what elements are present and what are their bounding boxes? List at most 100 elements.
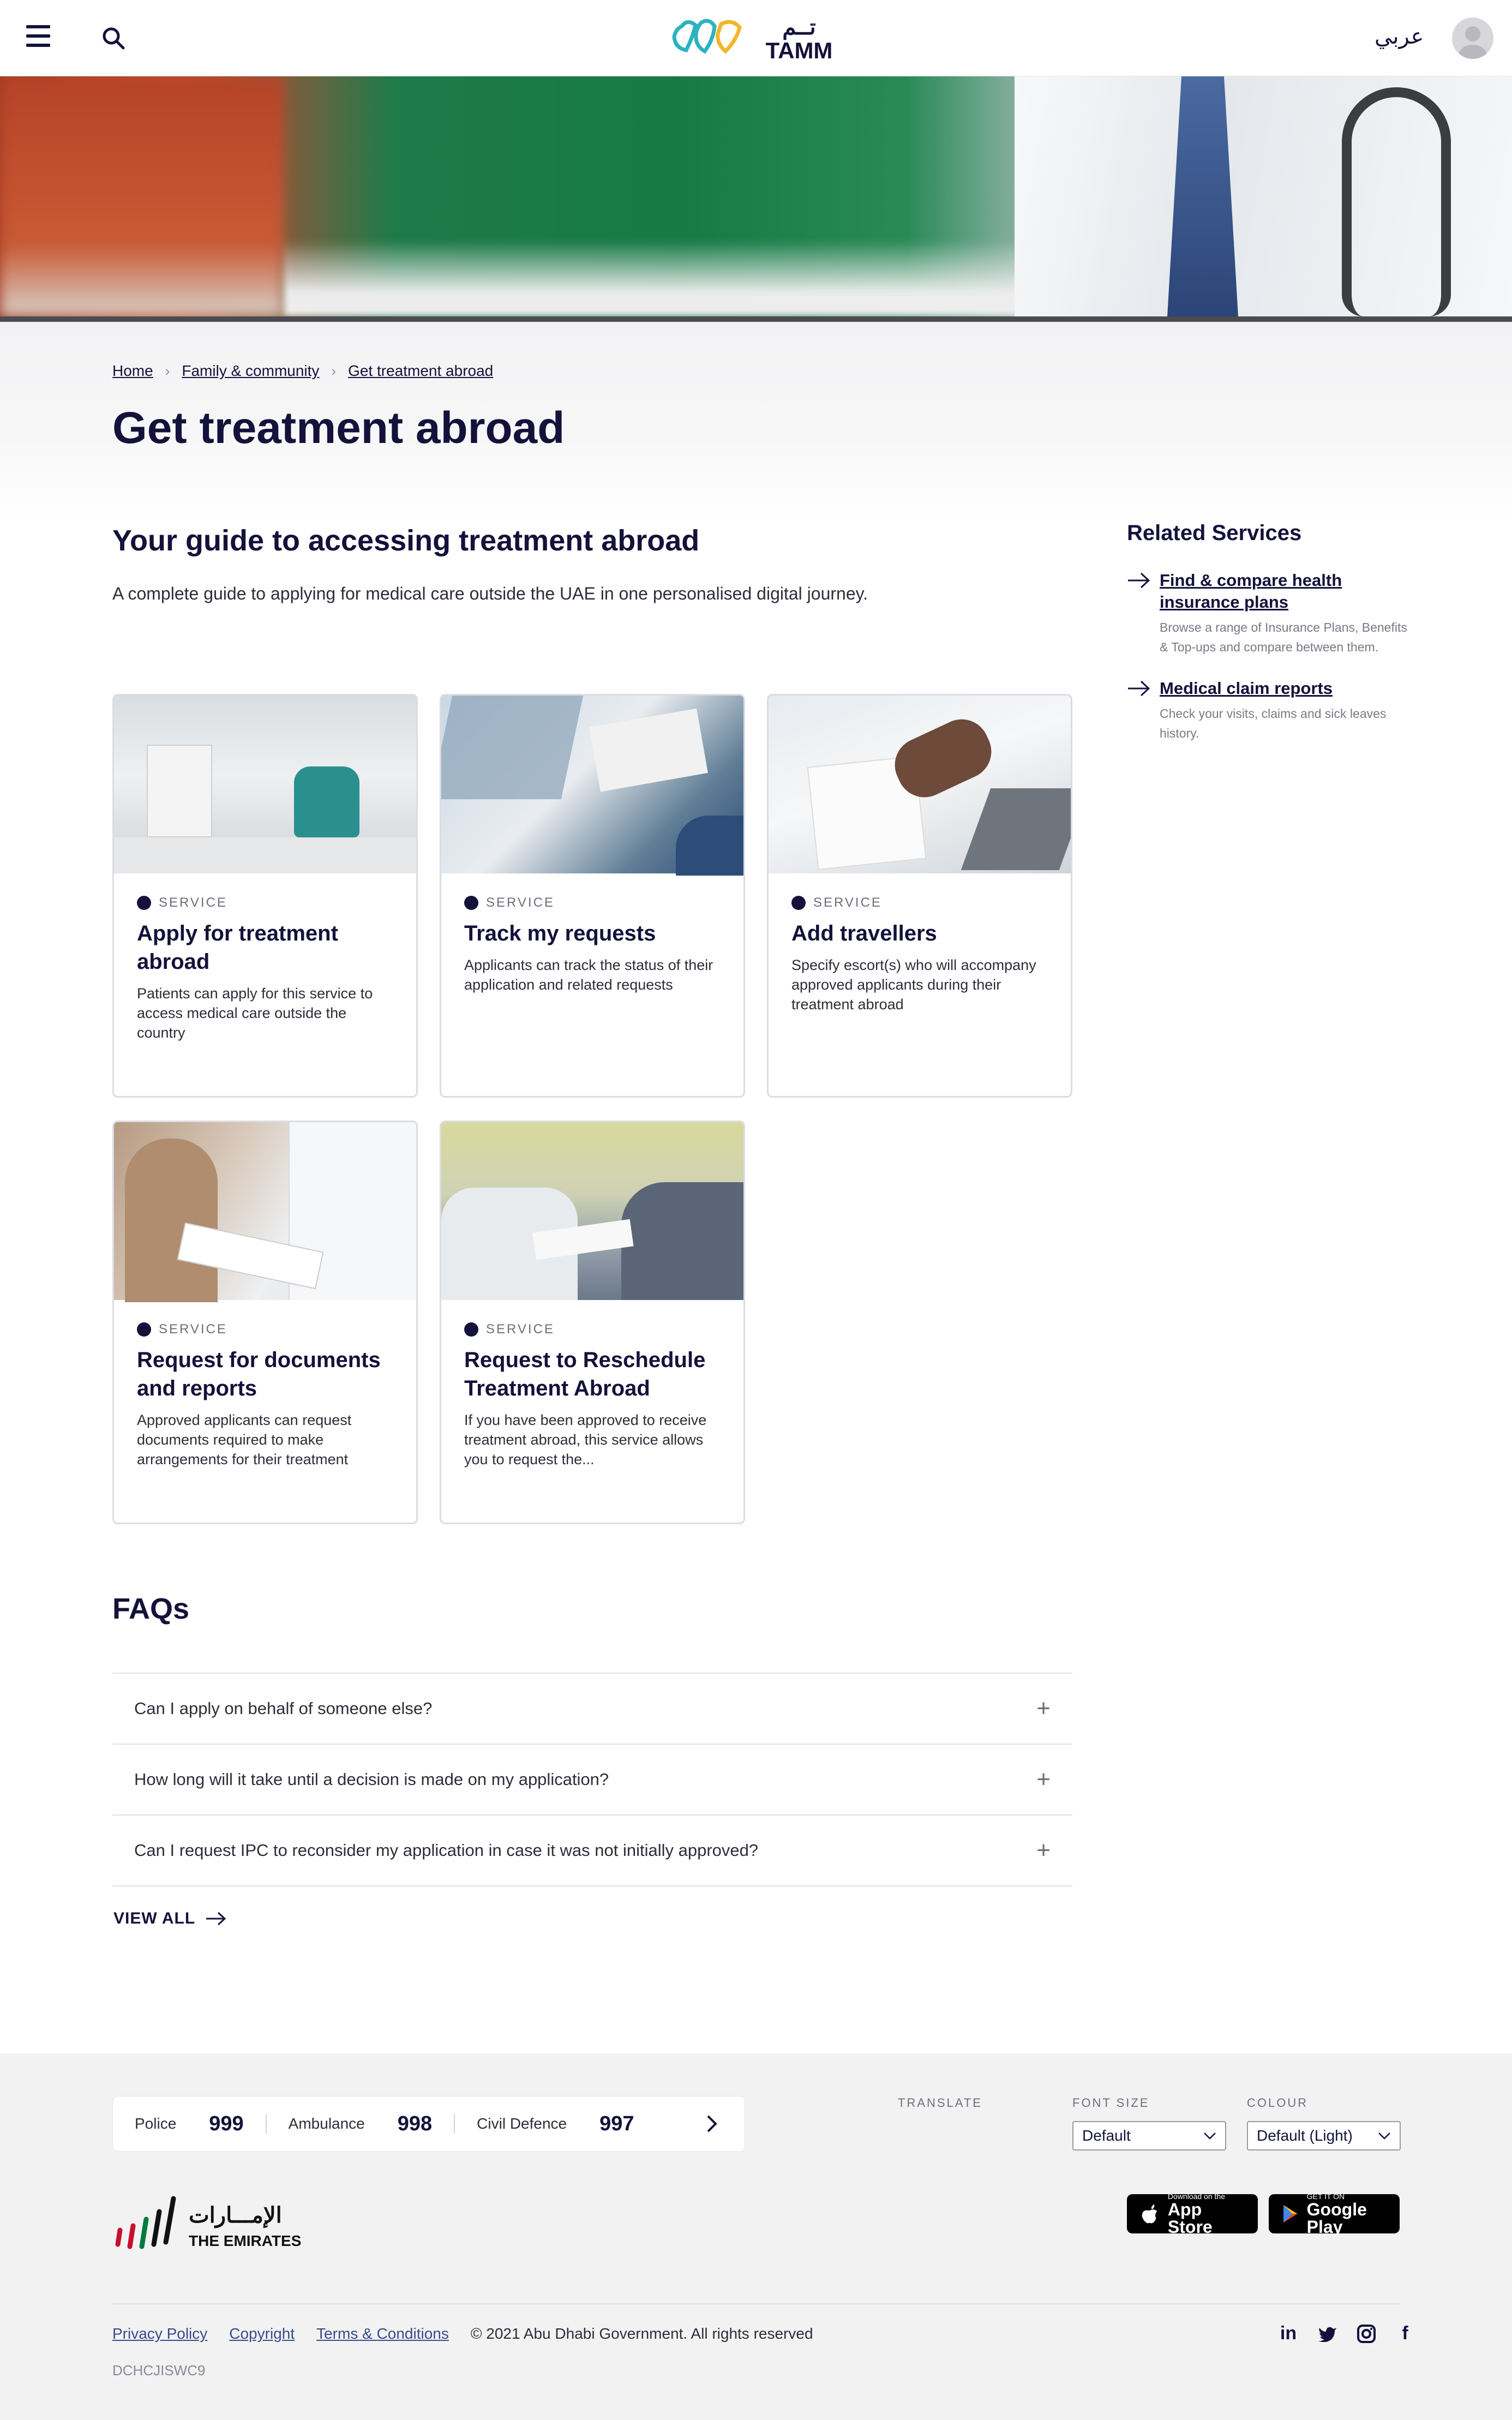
tamm-logo-text: TAMM xyxy=(765,38,833,63)
tamm-logo[interactable]: تــم TAMM xyxy=(671,15,845,62)
card-title: Add travellers xyxy=(791,921,937,945)
consultation-image xyxy=(441,1122,743,1300)
faq-list: Can I apply on behalf of someone else? +… xyxy=(112,1673,1072,1886)
emergency-ambulance[interactable]: Ambulance 998 xyxy=(289,2112,433,2136)
tamm-logo-mark-icon xyxy=(672,19,742,54)
card-description: Patients can apply for this service to a… xyxy=(137,985,373,1041)
doctor-patient-image xyxy=(114,1122,416,1302)
instagram-icon[interactable] xyxy=(1357,2324,1376,2343)
hero-divider xyxy=(0,316,1512,322)
service-tag: SERVICE xyxy=(464,895,555,911)
signing-document-image xyxy=(769,696,1071,873)
chevron-down-icon xyxy=(1378,2133,1390,2140)
social-links: in f xyxy=(1279,2323,1415,2344)
card-title: Apply for treatment abroad xyxy=(137,921,338,974)
chevron-down-icon xyxy=(1204,2133,1216,2140)
facebook-icon[interactable]: f xyxy=(1395,2323,1415,2344)
card-description: Approved applicants can request document… xyxy=(137,1412,352,1467)
chevron-right-icon: › xyxy=(331,362,337,379)
faq-question: Can I request IPC to reconsider my appli… xyxy=(134,1841,759,1860)
service-card-apply[interactable]: SERVICE Apply for treatment abroad Patie… xyxy=(112,694,418,1098)
colour-label: COLOUR xyxy=(1247,2096,1309,2110)
guide-description: A complete guide to applying for medical… xyxy=(112,584,868,603)
card-description: If you have been approved to receive tre… xyxy=(464,1412,707,1467)
emirates-arabic-text: الإمـــارات xyxy=(189,2203,282,2227)
copyright-text: © 2021 Abu Dhabi Government. All rights … xyxy=(470,2325,813,2342)
top-header: تــم TAMM عربي xyxy=(0,0,1512,76)
card-title: Track my requests xyxy=(464,921,656,945)
plus-icon: + xyxy=(1036,1766,1051,1793)
privacy-policy-link[interactable]: Privacy Policy xyxy=(112,2325,207,2343)
service-card-reschedule[interactable]: SERVICE Request to Reschedule Treatment … xyxy=(440,1121,745,1524)
google-play-label: Google Play xyxy=(1306,2200,1367,2237)
service-tag: SERVICE xyxy=(464,1322,555,1337)
google-play-icon xyxy=(1283,2205,1298,2223)
page-title: Get treatment abroad xyxy=(112,403,565,453)
view-all-label: VIEW ALL xyxy=(113,1909,196,1927)
view-all-faqs-link[interactable]: VIEW ALL xyxy=(113,1909,227,1928)
avatar[interactable] xyxy=(1452,17,1493,59)
related-description: Browse a range of Insurance Plans, Benef… xyxy=(1160,620,1407,654)
menu-icon[interactable] xyxy=(26,25,50,47)
faq-question: How long will it take until a decision i… xyxy=(134,1770,609,1789)
service-card-travellers[interactable]: SERVICE Add travellers Specify escort(s)… xyxy=(767,694,1072,1098)
font-size-label: FONT SIZE xyxy=(1072,2096,1150,2110)
breadcrumb: Home › Family & community › Get treatmen… xyxy=(112,362,493,380)
related-services: Related Services Find & compare health i… xyxy=(1127,521,1411,764)
faq-item[interactable]: How long will it take until a decision i… xyxy=(112,1745,1072,1816)
emergency-civil-defence[interactable]: Civil Defence 997 xyxy=(477,2112,634,2136)
guide-title: Your guide to accessing treatment abroad xyxy=(112,524,700,557)
arrow-right-icon xyxy=(1128,572,1150,589)
breadcrumb-current[interactable]: Get treatment abroad xyxy=(348,362,493,380)
translate-label[interactable]: TRANSLATE xyxy=(898,2096,982,2110)
card-title: Request to Reschedule Treatment Abroad xyxy=(464,1348,706,1400)
arrow-right-icon xyxy=(206,1912,226,1926)
related-item: Medical claim reports Check your visits,… xyxy=(1127,678,1411,743)
faq-item[interactable]: Can I request IPC to reconsider my appli… xyxy=(112,1816,1072,1886)
service-tag: SERVICE xyxy=(791,895,882,911)
page-code: DCHCJISWC9 xyxy=(112,2362,206,2379)
service-card-track[interactable]: SERVICE Track my requests Applicants can… xyxy=(440,694,745,1098)
copyright-link[interactable]: Copyright xyxy=(229,2325,295,2343)
service-tag: SERVICE xyxy=(137,895,227,911)
card-title: Request for documents and reports xyxy=(137,1348,381,1400)
tamm-logo-arabic: تــم xyxy=(782,15,816,39)
arrow-right-icon xyxy=(1128,680,1150,697)
plus-icon: + xyxy=(1036,1837,1051,1864)
footer-divider xyxy=(112,2303,1400,2304)
breadcrumb-home[interactable]: Home xyxy=(112,362,153,380)
search-icon[interactable] xyxy=(100,25,127,51)
card-description: Specify escort(s) who will accompany app… xyxy=(791,957,1036,1013)
faq-question: Can I apply on behalf of someone else? xyxy=(134,1699,433,1718)
app-store-button[interactable]: Download on the App Store xyxy=(1127,2192,1258,2237)
apple-icon xyxy=(1142,2204,1157,2224)
emirates-stripes-icon xyxy=(115,2196,176,2249)
related-link-medical-claims[interactable]: Medical claim reports xyxy=(1160,678,1411,699)
related-link-insurance[interactable]: Find & compare health insurance plans xyxy=(1160,570,1411,613)
footer-links: Privacy Policy Copyright Terms & Conditi… xyxy=(112,2325,813,2343)
twitter-icon[interactable] xyxy=(1318,2326,1337,2342)
chevron-right-icon: › xyxy=(165,362,170,379)
dental-clinic-image xyxy=(114,696,416,873)
colour-select[interactable]: Default (Light) xyxy=(1247,2121,1401,2151)
emergency-police[interactable]: Police 999 xyxy=(135,2112,244,2136)
faq-title: FAQs xyxy=(112,1592,190,1625)
font-size-select[interactable]: Default xyxy=(1072,2121,1226,2151)
plus-icon: + xyxy=(1036,1695,1051,1722)
language-toggle[interactable]: عربي xyxy=(1375,24,1424,49)
service-tag: SERVICE xyxy=(137,1322,227,1337)
terms-link[interactable]: Terms & Conditions xyxy=(316,2325,449,2343)
chevron-right-icon[interactable] xyxy=(701,2113,723,2135)
app-store-label: App Store xyxy=(1167,2200,1213,2237)
google-play-button[interactable]: GET IT ON Google Play xyxy=(1269,2192,1400,2237)
laptop-doctor-image xyxy=(441,696,743,876)
emirates-text: THE EMIRATES xyxy=(189,2232,302,2249)
the-emirates-logo[interactable]: الإمـــارات THE EMIRATES xyxy=(112,2188,309,2259)
related-item: Find & compare health insurance plans Br… xyxy=(1127,570,1411,657)
user-avatar-icon xyxy=(1459,26,1487,59)
hero-banner-image xyxy=(0,76,1512,316)
faq-item[interactable]: Can I apply on behalf of someone else? + xyxy=(112,1674,1072,1745)
service-card-documents[interactable]: SERVICE Request for documents and report… xyxy=(112,1121,418,1524)
breadcrumb-family-community[interactable]: Family & community xyxy=(182,362,319,380)
linkedin-icon[interactable]: in xyxy=(1279,2323,1298,2344)
